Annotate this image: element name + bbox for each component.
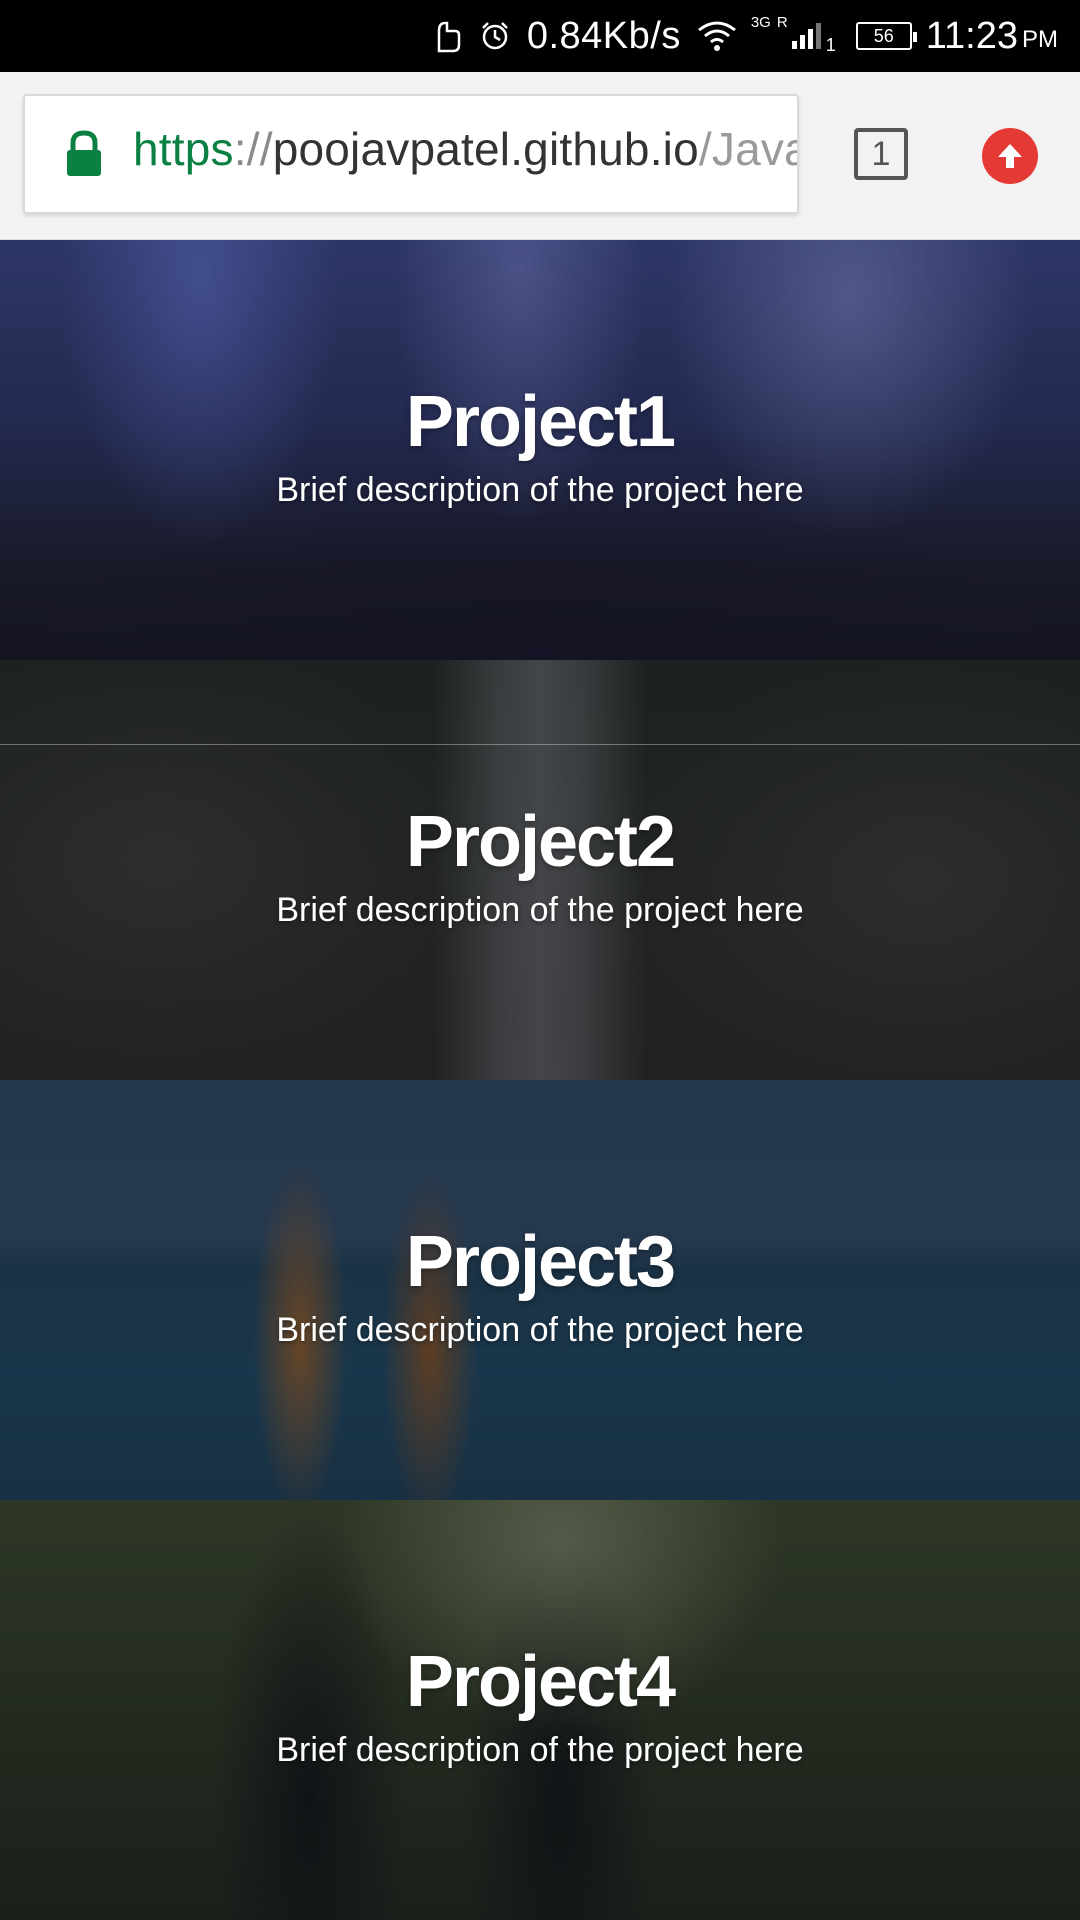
alarm-icon [479, 20, 511, 52]
project-card[interactable]: Project3 Brief description of the projec… [0, 1080, 1080, 1500]
url-separator: :// [233, 123, 273, 175]
clock-time: 11:23 [925, 14, 1018, 57]
status-bar: 0.84Kb/s 3G R 1 56 11:23 PM [0, 0, 1080, 72]
battery-level: 56 [873, 25, 894, 46]
lock-icon [65, 130, 103, 183]
project-title: Project3 [405, 1221, 676, 1302]
wifi-icon [697, 20, 737, 52]
project-card[interactable]: Project2 Brief description of the projec… [0, 660, 1080, 1080]
project-description: Brief description of the project here [276, 890, 804, 929]
tab-switcher-button[interactable]: 1 [854, 128, 908, 180]
project-card[interactable]: Project1 Brief description of the projec… [0, 240, 1080, 660]
notification-icon [433, 19, 463, 53]
url-bar[interactable]: https://poojavpatel.github.io/Java [23, 94, 799, 214]
cellular-signal: 3G R 1 [750, 13, 836, 56]
network-speed: 0.84Kb/s [526, 14, 681, 57]
signal-bars-icon [791, 23, 821, 49]
sim-slot: 1 [825, 34, 836, 55]
arrow-up-icon [998, 144, 1022, 168]
projects-list: Project1 Brief description of the projec… [0, 240, 1080, 1920]
divider [0, 744, 1080, 745]
project-description: Brief description of the project here [276, 1310, 804, 1349]
project-title: Project1 [405, 381, 676, 462]
project-title: Project4 [405, 1641, 676, 1722]
url-path: /Java [698, 123, 799, 175]
battery-icon: 56 [855, 22, 917, 50]
url-text[interactable]: https://poojavpatel.github.io/Java [133, 122, 799, 176]
roaming-indicator: R [776, 13, 788, 31]
network-type: 3G [750, 13, 771, 31]
browser-toolbar: https://poojavpatel.github.io/Java 1 [0, 72, 1080, 240]
tab-count: 1 [871, 134, 891, 173]
project-title: Project2 [405, 801, 676, 882]
url-scheme: https [133, 123, 234, 175]
upload-button[interactable] [982, 128, 1038, 184]
project-description: Brief description of the project here [276, 470, 804, 509]
project-description: Brief description of the project here [276, 1730, 804, 1769]
project-card[interactable]: Project4 Brief description of the projec… [0, 1500, 1080, 1920]
url-host: poojavpatel.github.io [272, 123, 699, 175]
clock-ampm: PM [1022, 26, 1058, 53]
